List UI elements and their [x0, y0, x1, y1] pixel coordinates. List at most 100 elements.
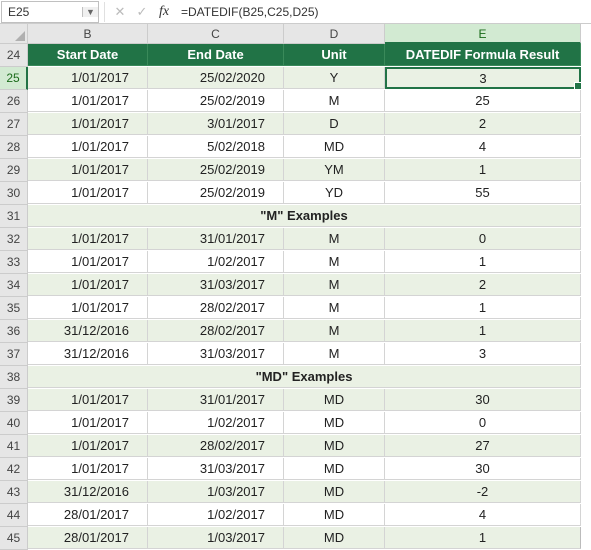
cell-b45[interactable]: 28/01/2017 [28, 527, 148, 549]
name-box-dropdown-icon[interactable]: ▼ [82, 7, 98, 17]
col-header-d[interactable]: D [284, 24, 385, 44]
cell-e30[interactable]: 55 [385, 182, 581, 204]
cell-c43[interactable]: 1/03/2017 [148, 481, 284, 503]
cell-b28[interactable]: 1/01/2017 [28, 136, 148, 158]
cell-e37[interactable]: 3 [385, 343, 581, 365]
cell-b26[interactable]: 1/01/2017 [28, 90, 148, 112]
cell-d37[interactable]: M [284, 343, 385, 365]
cell-b25[interactable]: 1/01/2017 [28, 67, 148, 89]
row-header-31[interactable]: 31 [0, 205, 28, 228]
cell-e39[interactable]: 30 [385, 389, 581, 411]
cell-d34[interactable]: M [284, 274, 385, 296]
cell-c41[interactable]: 28/02/2017 [148, 435, 284, 457]
row-header-33[interactable]: 33 [0, 251, 28, 274]
row-header-27[interactable]: 27 [0, 113, 28, 136]
name-box[interactable]: E25 ▼ [1, 1, 99, 23]
cell-b39[interactable]: 1/01/2017 [28, 389, 148, 411]
cell-d26[interactable]: M [284, 90, 385, 112]
cell-c29[interactable]: 25/02/2019 [148, 159, 284, 181]
row-header-40[interactable]: 40 [0, 412, 28, 435]
row-header-38[interactable]: 38 [0, 366, 28, 389]
cell-e34[interactable]: 2 [385, 274, 581, 296]
cell-c33[interactable]: 1/02/2017 [148, 251, 284, 273]
cell-e43[interactable]: -2 [385, 481, 581, 503]
row-header-39[interactable]: 39 [0, 389, 28, 412]
cell-e29[interactable]: 1 [385, 159, 581, 181]
cell-d43[interactable]: MD [284, 481, 385, 503]
row-header-36[interactable]: 36 [0, 320, 28, 343]
cell-e41[interactable]: 27 [385, 435, 581, 457]
row-header-43[interactable]: 43 [0, 481, 28, 504]
cell-c28[interactable]: 5/02/2018 [148, 136, 284, 158]
cell-e33[interactable]: 1 [385, 251, 581, 273]
header-c[interactable]: End Date [148, 44, 284, 66]
row-header-34[interactable]: 34 [0, 274, 28, 297]
section-header[interactable]: "MD" Examples [28, 366, 581, 388]
cell-e26[interactable]: 25 [385, 90, 581, 112]
cell-e40[interactable]: 0 [385, 412, 581, 434]
cell-c37[interactable]: 31/03/2017 [148, 343, 284, 365]
cell-e27[interactable]: 2 [385, 113, 581, 135]
cell-d40[interactable]: MD [284, 412, 385, 434]
cell-c27[interactable]: 3/01/2017 [148, 113, 284, 135]
cell-e25[interactable]: 3 [385, 67, 581, 89]
cell-c35[interactable]: 28/02/2017 [148, 297, 284, 319]
fx-icon[interactable]: fx [153, 4, 175, 20]
header-d[interactable]: Unit [284, 44, 385, 66]
cell-e45[interactable]: 1 [385, 527, 581, 549]
row-header-42[interactable]: 42 [0, 458, 28, 481]
cell-b42[interactable]: 1/01/2017 [28, 458, 148, 480]
row-header-44[interactable]: 44 [0, 504, 28, 527]
cell-d32[interactable]: M [284, 228, 385, 250]
cell-e44[interactable]: 4 [385, 504, 581, 526]
cell-b35[interactable]: 1/01/2017 [28, 297, 148, 319]
cell-b41[interactable]: 1/01/2017 [28, 435, 148, 457]
row-header-25[interactable]: 25 [0, 67, 28, 90]
row-header-26[interactable]: 26 [0, 90, 28, 113]
cell-b37[interactable]: 31/12/2016 [28, 343, 148, 365]
row-header-29[interactable]: 29 [0, 159, 28, 182]
cell-b34[interactable]: 1/01/2017 [28, 274, 148, 296]
header-b[interactable]: Start Date [28, 44, 148, 66]
cell-d44[interactable]: MD [284, 504, 385, 526]
cell-c39[interactable]: 31/01/2017 [148, 389, 284, 411]
cell-c30[interactable]: 25/02/2019 [148, 182, 284, 204]
cell-e36[interactable]: 1 [385, 320, 581, 342]
cell-b30[interactable]: 1/01/2017 [28, 182, 148, 204]
formula-input[interactable]: =DATEDIF(B25,C25,D25) [175, 5, 591, 19]
col-header-b[interactable]: B [28, 24, 148, 44]
cell-d28[interactable]: MD [284, 136, 385, 158]
cell-b27[interactable]: 1/01/2017 [28, 113, 148, 135]
cell-c34[interactable]: 31/03/2017 [148, 274, 284, 296]
section-header[interactable]: "M" Examples [28, 205, 581, 227]
col-header-e[interactable]: E [385, 24, 581, 44]
accept-icon[interactable]: ✓ [131, 4, 153, 20]
cell-b40[interactable]: 1/01/2017 [28, 412, 148, 434]
cell-d29[interactable]: YM [284, 159, 385, 181]
cell-d27[interactable]: D [284, 113, 385, 135]
cell-d42[interactable]: MD [284, 458, 385, 480]
row-header-30[interactable]: 30 [0, 182, 28, 205]
cell-d41[interactable]: MD [284, 435, 385, 457]
cell-e28[interactable]: 4 [385, 136, 581, 158]
header-e[interactable]: DATEDIF Formula Result [385, 44, 581, 66]
cell-e42[interactable]: 30 [385, 458, 581, 480]
cancel-icon[interactable]: ✕ [109, 4, 131, 20]
cell-c26[interactable]: 25/02/2019 [148, 90, 284, 112]
cell-c32[interactable]: 31/01/2017 [148, 228, 284, 250]
cell-b44[interactable]: 28/01/2017 [28, 504, 148, 526]
select-all-corner[interactable] [0, 24, 28, 44]
cell-d39[interactable]: MD [284, 389, 385, 411]
row-header-28[interactable]: 28 [0, 136, 28, 159]
cell-b33[interactable]: 1/01/2017 [28, 251, 148, 273]
cell-d36[interactable]: M [284, 320, 385, 342]
cell-c25[interactable]: 25/02/2020 [148, 67, 284, 89]
cell-c40[interactable]: 1/02/2017 [148, 412, 284, 434]
cell-c45[interactable]: 1/03/2017 [148, 527, 284, 549]
cell-e35[interactable]: 1 [385, 297, 581, 319]
cell-c44[interactable]: 1/02/2017 [148, 504, 284, 526]
cell-b36[interactable]: 31/12/2016 [28, 320, 148, 342]
cell-c36[interactable]: 28/02/2017 [148, 320, 284, 342]
cell-b43[interactable]: 31/12/2016 [28, 481, 148, 503]
cell-b32[interactable]: 1/01/2017 [28, 228, 148, 250]
